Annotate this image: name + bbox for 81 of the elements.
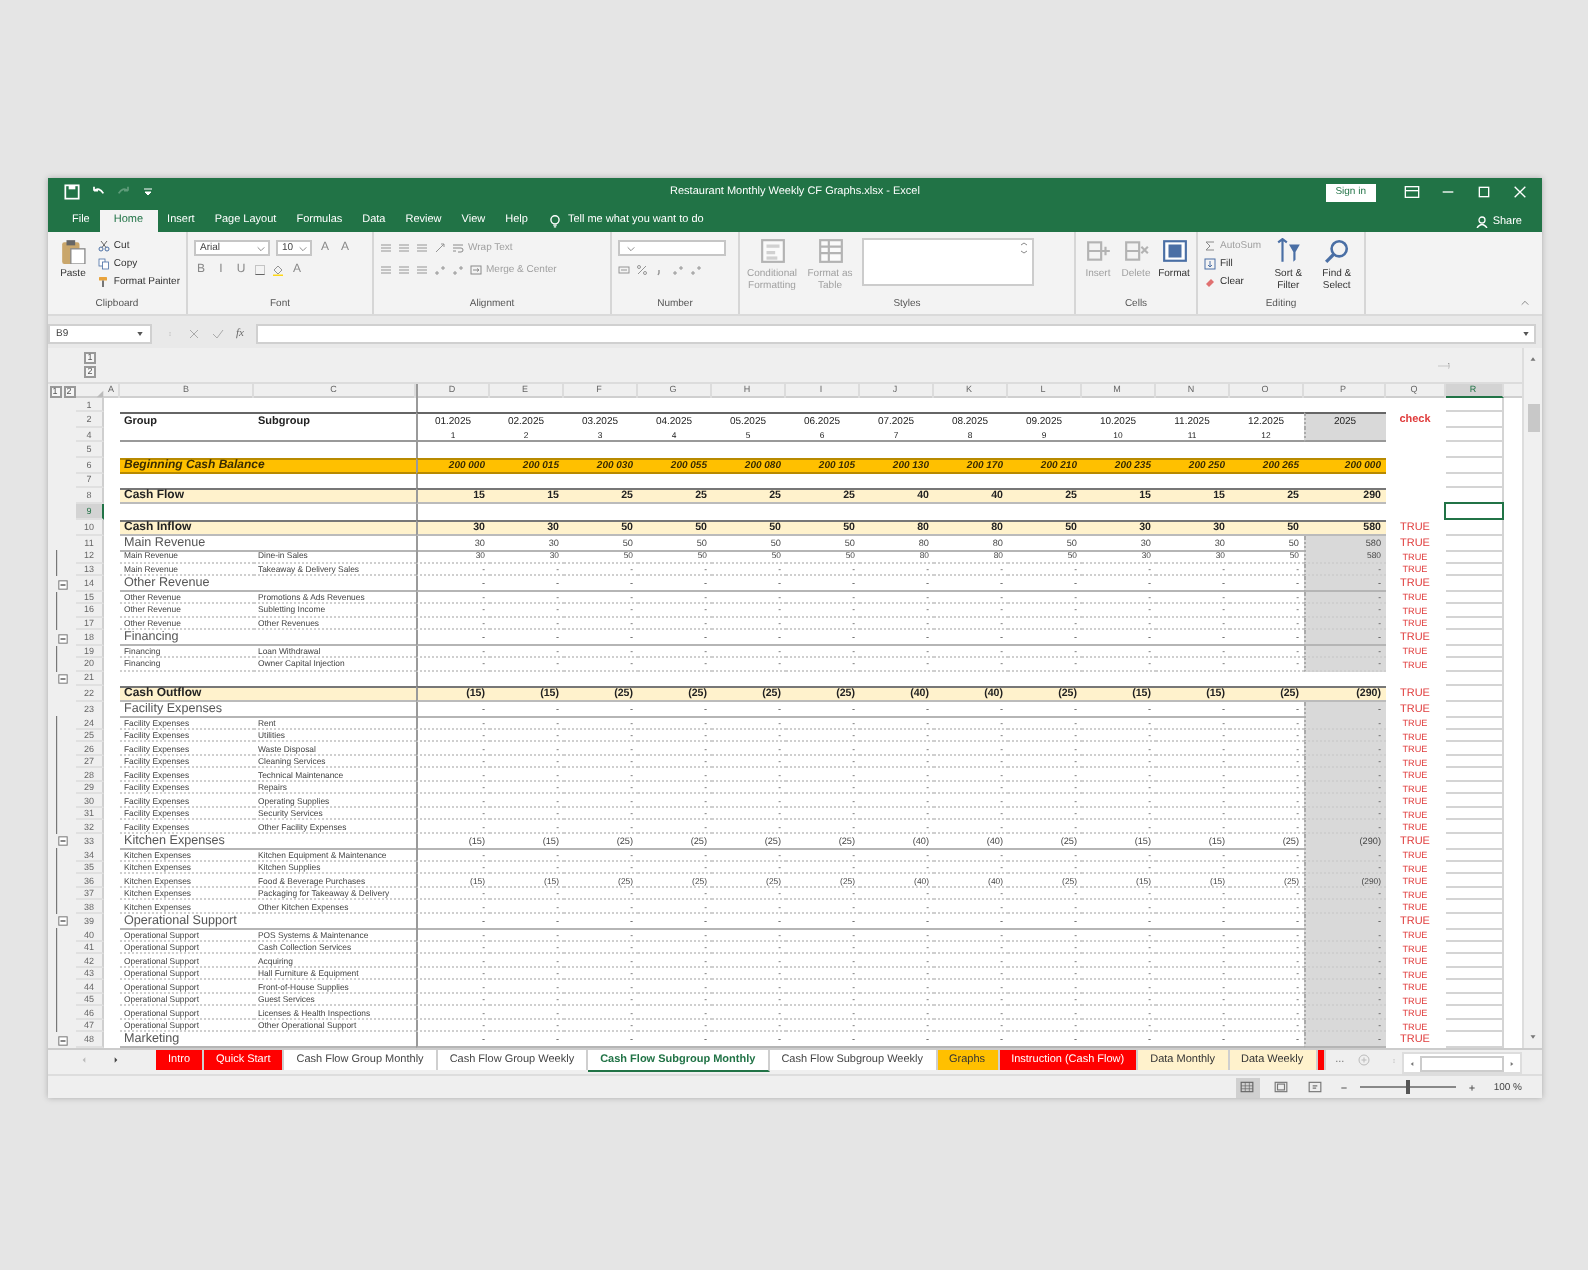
formula-field[interactable] xyxy=(255,324,1536,344)
wrap-text-icon xyxy=(452,241,464,253)
sort-filter-icon xyxy=(1275,238,1302,264)
sheet-tab[interactable] xyxy=(1317,1050,1326,1070)
insert-cells-icon xyxy=(1085,238,1111,264)
view-button[interactable] xyxy=(1235,1077,1260,1097)
horizontal-scrollbar[interactable] xyxy=(1402,1052,1522,1074)
table-cell xyxy=(1445,701,1503,718)
collapse-icon[interactable] xyxy=(57,836,67,847)
table-cell xyxy=(1303,428,1385,443)
styles-gallery[interactable] xyxy=(862,238,1034,286)
close-icon[interactable] xyxy=(1512,184,1528,200)
table-cell xyxy=(1445,457,1503,474)
align-icon[interactable] xyxy=(398,263,410,275)
caret-icon xyxy=(298,243,308,253)
page-layout-icon xyxy=(1274,1080,1289,1094)
table-cell xyxy=(1445,685,1503,702)
customize-icon[interactable] xyxy=(142,186,154,198)
caret-icon xyxy=(626,243,636,253)
scissors-icon xyxy=(97,239,110,251)
borders-icon[interactable] xyxy=(254,264,266,276)
align-icon[interactable] xyxy=(398,241,410,253)
slider-thumb[interactable] xyxy=(1405,1080,1410,1094)
table-cell xyxy=(1445,630,1503,647)
scroll-arrows-icon xyxy=(1018,242,1030,254)
collapse-icon[interactable] xyxy=(57,633,67,644)
number-format-icon[interactable] xyxy=(618,264,630,276)
caret-icon xyxy=(256,243,266,253)
align-icon[interactable] xyxy=(416,263,428,275)
collapse-icon[interactable] xyxy=(57,579,67,590)
scroll-thumb[interactable] xyxy=(1527,404,1539,432)
scroll-thumb[interactable] xyxy=(1420,1055,1504,1071)
page-break-icon xyxy=(1308,1080,1323,1094)
merge-cells-icon xyxy=(470,263,482,275)
person-icon xyxy=(1476,215,1489,227)
scroll-down-icon[interactable] xyxy=(1528,1032,1538,1042)
align-icon[interactable] xyxy=(380,263,392,275)
cancel-icon[interactable] xyxy=(188,328,200,340)
sigma-icon xyxy=(1204,239,1216,251)
table-cell xyxy=(1445,576,1503,593)
undo-icon[interactable] xyxy=(90,184,106,200)
eraser-icon xyxy=(1204,275,1216,287)
collapse-icon[interactable] xyxy=(57,1035,67,1046)
align-icon[interactable] xyxy=(416,241,428,253)
collapse-icon[interactable] xyxy=(57,673,67,684)
paste-icon xyxy=(59,238,86,264)
comma-style-icon[interactable] xyxy=(654,264,666,276)
enter-check-icon[interactable] xyxy=(212,328,224,340)
caret-icon xyxy=(1522,330,1530,338)
format-table-icon xyxy=(817,238,843,264)
collapse-ribbon-icon[interactable] xyxy=(1520,298,1530,308)
collapse-icon[interactable] xyxy=(57,916,67,927)
redo-icon[interactable] xyxy=(116,184,132,200)
ribbon-display-icon[interactable] xyxy=(1404,184,1420,200)
normal-view-icon xyxy=(1240,1080,1255,1094)
search-icon xyxy=(1323,238,1350,264)
vertical-scrollbar[interactable] xyxy=(1522,348,1542,1048)
paintbrush-icon xyxy=(97,275,110,287)
zoom-out-icon[interactable] xyxy=(1339,1083,1348,1091)
format-cells-icon xyxy=(1161,238,1187,264)
percent-icon[interactable] xyxy=(636,264,648,276)
paint-bucket-icon[interactable] xyxy=(272,264,284,276)
scroll-up-icon[interactable] xyxy=(1528,354,1538,364)
align-icon[interactable] xyxy=(380,241,392,253)
fill-down-icon xyxy=(1204,257,1216,269)
lightbulb-icon[interactable] xyxy=(547,214,562,228)
maximize-icon[interactable] xyxy=(1476,184,1492,200)
conditional-formatting-icon xyxy=(759,238,785,264)
copy-icon xyxy=(97,257,110,269)
table-cell xyxy=(1445,412,1503,429)
text-angle-icon[interactable] xyxy=(434,241,446,253)
table-cell xyxy=(1445,833,1503,850)
table-cell xyxy=(1445,913,1503,930)
save-icon[interactable] xyxy=(64,184,80,200)
zoom-in-icon[interactable] xyxy=(1467,1083,1476,1091)
delete-cells-icon xyxy=(1123,238,1149,264)
new-sheet-icon[interactable] xyxy=(1358,1054,1371,1066)
dropdown-field[interactable] xyxy=(618,240,726,256)
table-cell xyxy=(1445,519,1503,536)
caret-icon xyxy=(136,330,144,338)
table-cell xyxy=(1445,535,1503,552)
